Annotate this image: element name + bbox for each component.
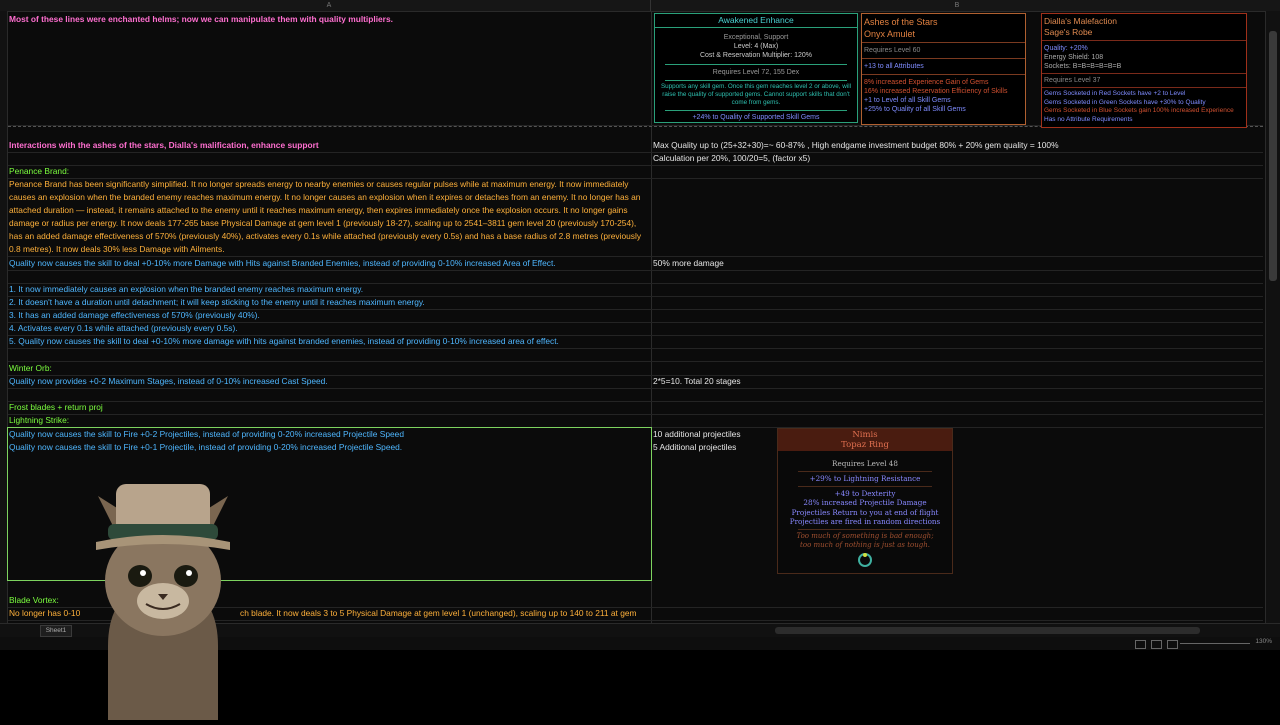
zoom-slider[interactable] — [1180, 643, 1250, 644]
item-mod: Projectiles are fired in random directio… — [789, 517, 941, 527]
item-base: Topaz Ring — [841, 440, 889, 450]
nimis-tooltip: Nimis Topaz Ring Requires Level 48 +29% … — [777, 428, 953, 574]
cell-b-lightning-quality[interactable]: 5 Additional projectiles — [653, 441, 1253, 454]
cell-a-list-3[interactable]: 3. It has an added damage effectiveness … — [9, 309, 649, 322]
item-title: Nimis Topaz Ring — [778, 429, 952, 451]
column-header-a[interactable]: A — [8, 0, 651, 11]
page-layout-view-icon[interactable] — [1151, 640, 1162, 649]
item-mod: 16% increased Reservation Efficiency of … — [864, 88, 1008, 95]
gem-level: Level: 4 (Max) — [733, 43, 779, 50]
table-row[interactable]: Interactions with the ashes of the stars… — [8, 139, 1263, 153]
zoom-level[interactable]: 130% — [1255, 638, 1272, 645]
table-row[interactable] — [8, 270, 1263, 284]
item-name: Nimis — [852, 430, 878, 440]
cell-a-penance-title[interactable]: Penance Brand: — [9, 165, 649, 178]
cell-a-blade-end[interactable]: ch blade. It now deals 3 to 5 Physical D… — [240, 607, 637, 620]
cell-a-list-2[interactable]: 2. It doesn't have a duration until deta… — [9, 296, 649, 309]
table-row[interactable] — [8, 178, 1263, 257]
cell-a-winter-title[interactable]: Winter Orb: — [9, 362, 649, 375]
item-mod: Gems Socketed in Red Sockets have +2 to … — [1044, 90, 1186, 97]
item-requirement: Requires Level 48 — [832, 459, 898, 468]
cell-a-winter-quality[interactable]: Quality now provides +0-2 Maximum Stages… — [9, 375, 649, 388]
cell-b-interactions[interactable]: Max Quality up to (25+32+30)=~ 60-87% , … — [653, 139, 1253, 152]
table-row[interactable]: Quality now provides +0-2 Maximum Stages… — [8, 375, 1263, 389]
item-title: Awakened Enhance — [655, 14, 857, 28]
item-mod: +25% to Quality of all Skill Gems — [864, 106, 966, 113]
item-mod: Has no Attribute Requirements — [1044, 115, 1133, 123]
sheet-tab[interactable]: Sheet1 — [40, 625, 72, 637]
item-flavour: too much of nothing is just as tough. — [800, 540, 930, 549]
cell-b-penance-quality[interactable]: 50% more damage — [653, 257, 1253, 270]
table-row[interactable]: Winter Orb: — [8, 362, 1263, 376]
table-row[interactable]: Quality now causes the skill to deal +0-… — [8, 257, 1263, 271]
item-mod: Gems Socketed in Blue Sockets gain 100% … — [1044, 107, 1234, 114]
item-sockets: Sockets: B=B=B=B=B=B — [1044, 63, 1122, 70]
item-mod: +49 to Dexterity — [834, 488, 896, 498]
gem-multiplier: Cost & Reservation Multiplier: 120% — [699, 52, 813, 59]
item-base: Sage's Robe — [1044, 27, 1093, 37]
gem-requirement: Requires Level 72, 155 Dex — [712, 69, 800, 76]
cell-a-lightning-title[interactable]: Lightning Strike: — [9, 414, 649, 427]
table-row[interactable]: 1. It now immediately causes an explosio… — [8, 283, 1263, 297]
column-header-b[interactable]: B — [651, 0, 1263, 11]
cell-a-frost-title[interactable]: Frost blades + return proj — [9, 401, 649, 414]
table-row[interactable] — [8, 348, 1263, 362]
item-mod: +1 to Level of all Skill Gems — [864, 97, 951, 104]
table-row[interactable]: 4. Activates every 0.1s while attached (… — [8, 322, 1263, 336]
cell-b-winter-quality[interactable]: 2*5=10. Total 20 stages — [653, 375, 1253, 388]
vertical-scrollbar[interactable] — [1265, 11, 1280, 623]
gem-tags: Exceptional, Support — [723, 34, 789, 41]
item-title: Ashes of the Stars Onyx Amulet — [862, 14, 1025, 43]
ashes-of-the-stars-tooltip: Ashes of the Stars Onyx Amulet Requires … — [861, 13, 1026, 125]
item-quality: Quality: +20% — [1044, 45, 1088, 52]
table-row[interactable]: 2. It doesn't have a duration until deta… — [8, 296, 1263, 310]
item-implicit: +29% to Lightning Resistance — [809, 474, 921, 483]
item-title: Dialla's Malefaction Sage's Robe — [1042, 14, 1246, 41]
table-row[interactable] — [8, 388, 1263, 402]
cell-a-list-4[interactable]: 4. Activates every 0.1s while attached (… — [9, 322, 649, 335]
item-base: Onyx Amulet — [864, 29, 916, 39]
table-row[interactable]: Frost blades + return proj — [8, 401, 1263, 415]
cell-a1[interactable]: Most of these lines were enchanted helms… — [9, 13, 649, 26]
cell-b-frost-quality[interactable]: 10 additional projectiles — [653, 428, 1253, 441]
item-mod: 8% increased Experience Gain of Gems — [864, 79, 989, 86]
cat-avatar — [88, 476, 238, 720]
scroll-thumb[interactable] — [1269, 31, 1277, 281]
ring-icon — [778, 552, 952, 571]
table-row[interactable]: Lightning Strike: — [8, 414, 1263, 428]
item-mod: Projectiles Return to you at end of flig… — [791, 507, 939, 517]
page-break-view-icon[interactable] — [1167, 640, 1178, 649]
cell-a-interactions[interactable]: Interactions with the ashes of the stars… — [9, 139, 649, 152]
item-mod: Gems Socketed in Green Sockets have +30%… — [1044, 98, 1206, 106]
cell-a-penance-quality[interactable]: Quality now causes the skill to deal +0-… — [9, 257, 649, 270]
item-requirement: Requires Level 37 — [1044, 77, 1101, 84]
table-row[interactable]: 5. Quality now causes the skill to deal … — [8, 335, 1263, 349]
cell-a-list-1[interactable]: 1. It now immediately causes an explosio… — [9, 283, 649, 296]
table-row[interactable]: 3. It has an added damage effectiveness … — [8, 309, 1263, 323]
diallas-malefaction-tooltip: Dialla's Malefaction Sage's Robe Quality… — [1041, 13, 1247, 128]
cell-b-calculation[interactable]: Calculation per 20%, 100/20=5, (factor x… — [653, 152, 1253, 165]
item-requirement: Requires Level 60 — [864, 47, 921, 54]
cell-a-list-5[interactable]: 5. Quality now causes the skill to deal … — [9, 335, 649, 348]
item-energy-shield: Energy Shield: 108 — [1044, 54, 1104, 61]
table-row[interactable]: Penance Brand: — [8, 165, 1263, 179]
item-mod: 28% increased Projectile Damage — [803, 498, 927, 508]
item-name: Ashes of the Stars — [864, 17, 938, 27]
gem-modifier: +24% to Quality of Supported Skill Gems — [692, 114, 820, 121]
gem-description: Supports any skill gem. Once this gem re… — [660, 83, 852, 106]
item-name: Dialla's Malefaction — [1044, 16, 1117, 26]
normal-view-icon[interactable] — [1135, 640, 1146, 649]
item-flavour: Too much of something is bad enough; — [796, 531, 934, 540]
item-implicit: +13 to all Attributes — [864, 63, 924, 70]
awakened-enhance-tooltip: Awakened Enhance Exceptional, Support Le… — [654, 13, 858, 123]
horizontal-scrollbar[interactable] — [775, 627, 1200, 634]
table-row[interactable]: Calculation per 20%, 100/20=5, (factor x… — [8, 152, 1263, 166]
